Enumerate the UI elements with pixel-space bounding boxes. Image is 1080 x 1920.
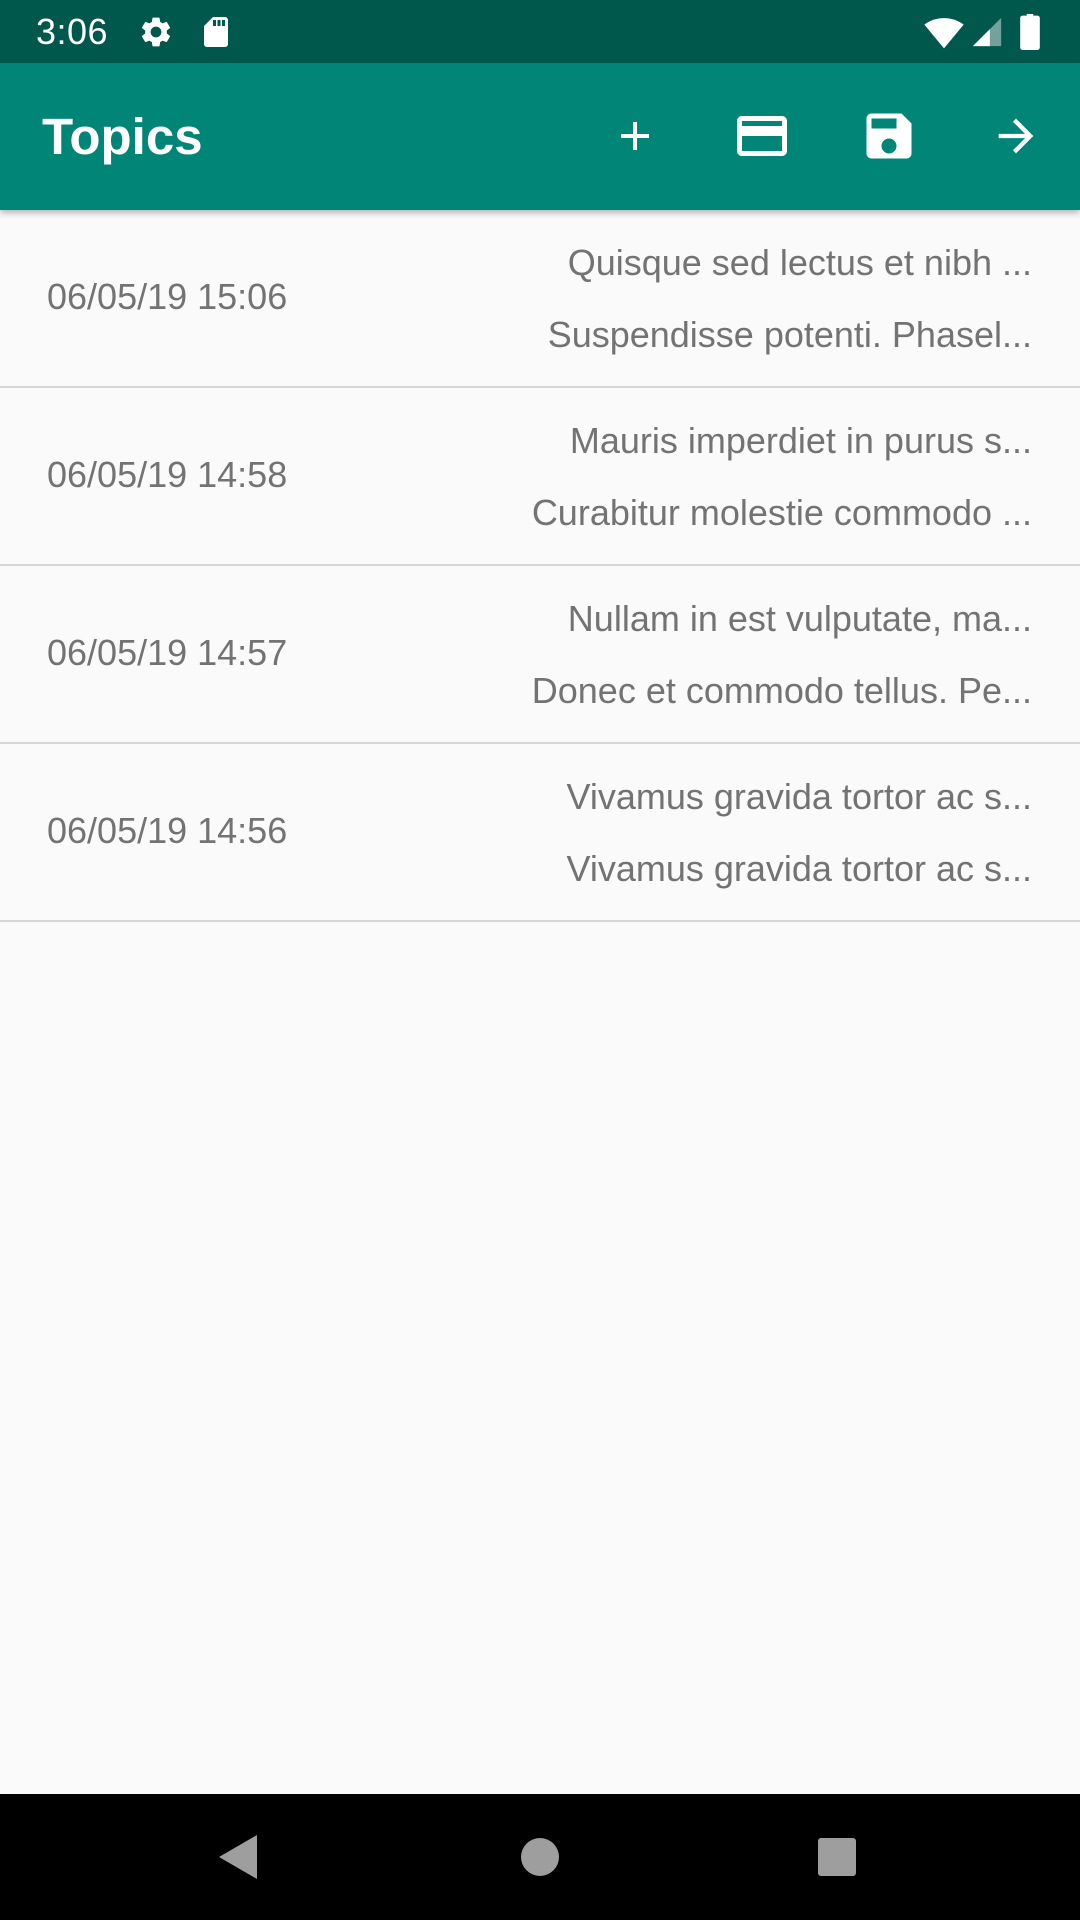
signal-icon <box>970 14 1006 50</box>
recents-icon <box>818 1838 856 1876</box>
topic-preview-line-2: Curabitur molestie commodo ... <box>531 492 1032 533</box>
sd-card-icon <box>198 14 234 50</box>
topic-preview-line-2: Donec et commodo tellus. Pe... <box>531 670 1032 711</box>
gear-icon <box>138 14 174 50</box>
arrow-right-icon <box>998 118 1034 154</box>
credit-card-icon <box>737 116 787 156</box>
topic-date: 06/05/19 14:56 <box>47 810 288 851</box>
home-icon <box>521 1838 559 1876</box>
next-button[interactable] <box>972 92 1060 180</box>
plus-icon <box>621 122 649 150</box>
wifi-icon <box>924 14 964 50</box>
topic-row[interactable]: 06/05/19 14:57 Nullam in est vulputate, … <box>0 566 1080 744</box>
topic-date: 06/05/19 14:58 <box>47 454 288 495</box>
topic-date: 06/05/19 15:06 <box>47 276 288 317</box>
add-button[interactable] <box>591 92 679 180</box>
recents-button[interactable] <box>795 1815 879 1899</box>
floppy-disk-icon <box>866 113 912 159</box>
status-time: 3:06 <box>36 11 109 52</box>
save-button[interactable] <box>845 92 933 180</box>
topic-preview-line-1: Mauris imperdiet in purus s... <box>569 420 1032 461</box>
card-button[interactable] <box>718 92 806 180</box>
home-button[interactable] <box>498 1815 582 1899</box>
topic-preview-line-2: Suspendisse potenti. Phasel... <box>547 314 1032 355</box>
topic-preview-line-1: Nullam in est vulputate, ma... <box>567 598 1032 639</box>
app-bar: Topics <box>0 63 1080 210</box>
status-bar: 3:06 <box>0 0 1080 63</box>
topic-preview-line-1: Quisque sed lectus et nibh ... <box>567 242 1032 283</box>
back-button[interactable] <box>197 1815 281 1899</box>
topic-row[interactable]: 06/05/19 15:06 Quisque sed lectus et nib… <box>0 210 1080 388</box>
battery-icon <box>1018 14 1046 50</box>
topic-preview-line-1: Vivamus gravida tortor ac s... <box>566 776 1032 817</box>
topic-row[interactable]: 06/05/19 14:56 Vivamus gravida tortor ac… <box>0 744 1080 922</box>
topic-date: 06/05/19 14:57 <box>47 632 288 673</box>
topic-row[interactable]: 06/05/19 14:58 Mauris imperdiet in purus… <box>0 388 1080 566</box>
navigation-bar <box>0 1794 1080 1920</box>
topic-preview-line-2: Vivamus gravida tortor ac s... <box>566 848 1032 889</box>
page-title: Topics <box>42 108 203 165</box>
back-icon <box>219 1835 257 1879</box>
topic-list: 06/05/19 15:06 Quisque sed lectus et nib… <box>0 210 1080 922</box>
